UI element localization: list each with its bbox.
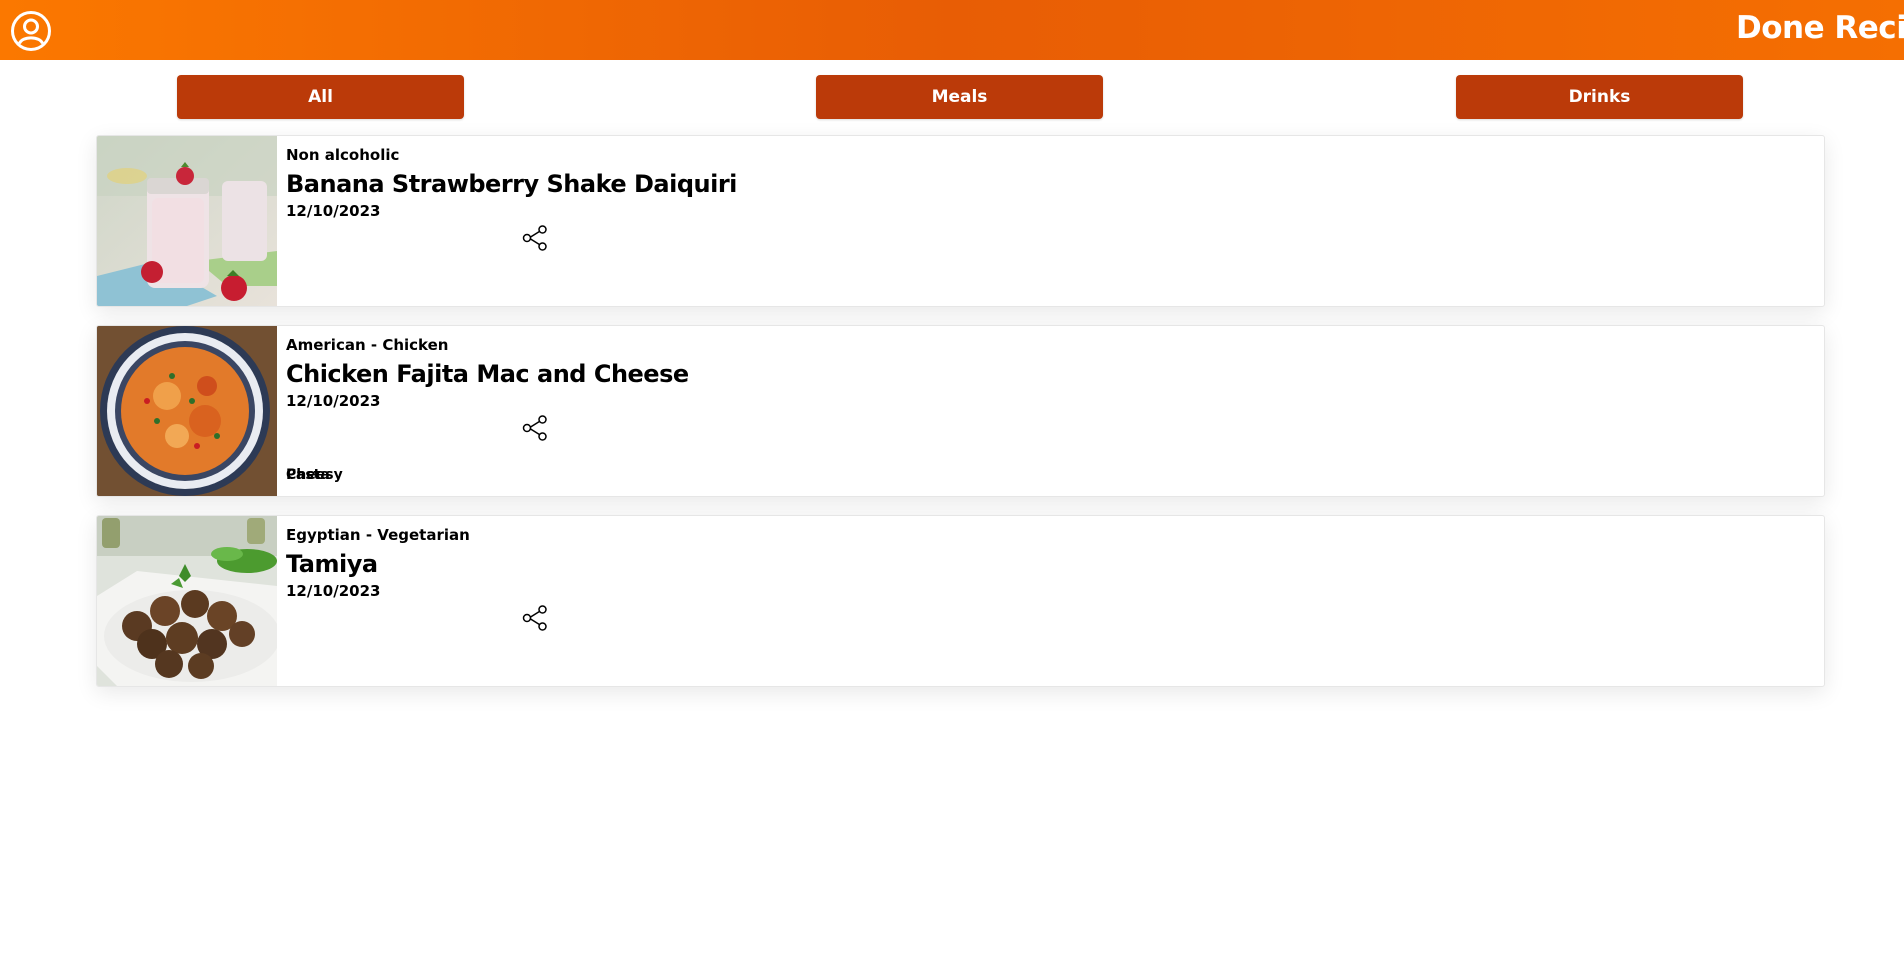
recipe-card: Non alcoholic Banana Strawberry Shake Da…	[96, 135, 1825, 307]
recipe-category: Non alcoholic	[286, 146, 400, 164]
recipe-card: American - Chicken Chicken Fajita Mac an…	[96, 325, 1825, 497]
recipe-image[interactable]	[97, 326, 277, 496]
recipe-card: Egyptian - Vegetarian Tamiya 12/10/2023	[96, 515, 1825, 687]
recipe-image[interactable]	[97, 136, 277, 306]
recipe-image[interactable]	[97, 516, 277, 686]
recipe-category: Egyptian - Vegetarian	[286, 526, 470, 544]
filter-drinks-button[interactable]: Drinks	[1456, 75, 1743, 119]
profile-button[interactable]	[10, 10, 52, 52]
recipe-done-date: 12/10/2023	[286, 392, 381, 410]
recipe-category: American - Chicken	[286, 336, 449, 354]
share-icon	[522, 605, 547, 631]
user-circle-icon	[11, 11, 51, 51]
recipe-name[interactable]: Chicken Fajita Mac and Cheese	[286, 360, 689, 388]
share-button[interactable]	[521, 604, 549, 632]
filter-all-button[interactable]: All	[177, 75, 464, 119]
share-button[interactable]	[521, 224, 549, 252]
filter-meals-button[interactable]: Meals	[816, 75, 1103, 119]
page-title: Done Recipes	[1736, 10, 1904, 46]
recipe-done-date: 12/10/2023	[286, 582, 381, 600]
share-icon	[522, 225, 547, 251]
share-button[interactable]	[521, 414, 549, 442]
recipe-tag: Cheesy	[286, 467, 343, 483]
recipe-name[interactable]: Banana Strawberry Shake Daiquiri	[286, 170, 737, 198]
share-icon	[522, 415, 547, 441]
recipe-done-date: 12/10/2023	[286, 202, 381, 220]
header-bar: Done Recipes	[0, 0, 1904, 60]
recipe-name[interactable]: Tamiya	[286, 550, 378, 578]
